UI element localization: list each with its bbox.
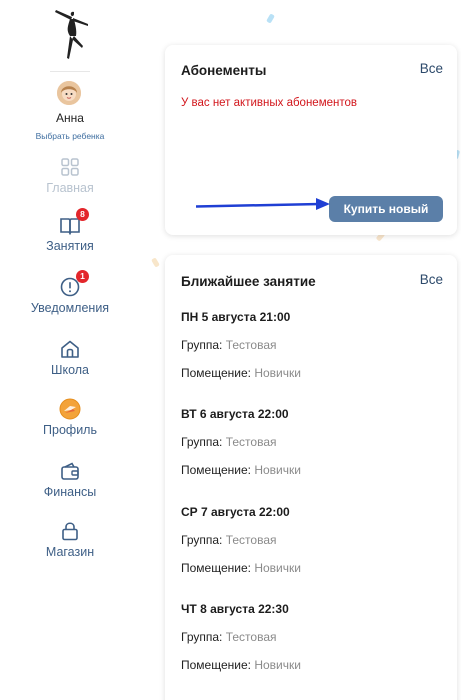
nav-label: Школа <box>51 363 89 377</box>
grid-icon <box>59 156 81 178</box>
lesson-date: ПН 5 августа 21:00 <box>181 310 291 324</box>
nav-label: Уведомления <box>30 301 110 315</box>
subscriptions-title: Абонементы <box>181 63 267 78</box>
nav-item-profile[interactable]: Профиль <box>0 398 140 437</box>
nav-label: Профиль <box>43 423 97 437</box>
avatar[interactable] <box>57 81 81 105</box>
room-label: Помещение: <box>181 366 251 380</box>
room-value: Новички <box>254 463 301 477</box>
room-label: Помещение: <box>181 463 251 477</box>
nav-label: Магазин <box>45 545 95 559</box>
child-avatar-icon <box>57 81 81 105</box>
user-name: Анна <box>56 111 84 125</box>
group-value: Тестовая <box>225 435 277 449</box>
nav-item-school[interactable]: Школа <box>0 338 140 377</box>
lesson-item[interactable]: ПН 5 августа 21:00 Группа: Тестовая Поме… <box>181 310 301 380</box>
lock-icon <box>59 520 81 542</box>
group-label: Группа: <box>181 338 223 352</box>
group-value: Тестовая <box>225 338 277 352</box>
lesson-date: СР 7 августа 22:00 <box>181 505 290 519</box>
room-label: Помещение: <box>181 561 251 575</box>
nav-label: Главная <box>46 181 94 195</box>
lessons-badge: 8 <box>76 208 89 221</box>
nav-item-shop[interactable]: Магазин <box>0 520 140 559</box>
upcoming-lesson-card: Ближайшее занятие Все ПН 5 августа 21:00… <box>165 255 457 700</box>
confetti-decoration <box>151 257 160 268</box>
nav-item-lessons[interactable]: 8 Занятия <box>0 208 140 253</box>
divider <box>50 71 90 72</box>
room-value: Новички <box>254 366 301 380</box>
house-icon <box>59 338 81 360</box>
confetti-decoration <box>266 13 275 24</box>
pointer-arrow-icon <box>196 198 330 210</box>
group-label: Группа: <box>181 533 223 547</box>
group-value: Тестовая <box>225 630 277 644</box>
subscriptions-all-link[interactable]: Все <box>420 61 443 76</box>
upcoming-all-link[interactable]: Все <box>420 272 443 287</box>
empty-subscriptions-message: У вас нет активных абонементов <box>181 97 357 109</box>
nav-label: Занятия <box>46 239 94 253</box>
choose-child-link[interactable]: Выбрать ребенка <box>0 131 140 141</box>
nav-item-notifications[interactable]: 1 Уведомления <box>0 270 140 315</box>
nav-item-home[interactable]: Главная <box>0 156 140 195</box>
room-value: Новички <box>254 658 301 672</box>
sidebar: Анна Выбрать ребенка Главная 8 Занятия 1… <box>0 0 140 700</box>
nav-label: Финансы <box>43 485 97 499</box>
group-label: Группа: <box>181 630 223 644</box>
group-label: Группа: <box>181 435 223 449</box>
group-value: Тестовая <box>225 533 277 547</box>
book-icon: 8 <box>59 208 89 236</box>
lesson-item[interactable]: ЧТ 8 августа 22:30 Группа: Тестовая Поме… <box>181 602 301 672</box>
wallet-icon <box>59 460 81 482</box>
room-value: Новички <box>254 561 301 575</box>
alert-icon: 1 <box>59 270 89 298</box>
profile-avatar-icon <box>59 398 81 420</box>
nav-item-finance[interactable]: Финансы <box>0 460 140 499</box>
buy-new-button[interactable]: Купить новый <box>329 196 443 222</box>
notifications-badge: 1 <box>76 270 89 283</box>
room-label: Помещение: <box>181 658 251 672</box>
upcoming-title: Ближайшее занятие <box>181 274 316 289</box>
lesson-item[interactable]: ВТ 6 августа 22:00 Группа: Тестовая Поме… <box>181 407 301 477</box>
dancer-logo-icon <box>55 10 88 59</box>
lesson-date: ЧТ 8 августа 22:30 <box>181 602 289 616</box>
lesson-item[interactable]: СР 7 августа 22:00 Группа: Тестовая Поме… <box>181 505 301 575</box>
lesson-date: ВТ 6 августа 22:00 <box>181 407 289 421</box>
